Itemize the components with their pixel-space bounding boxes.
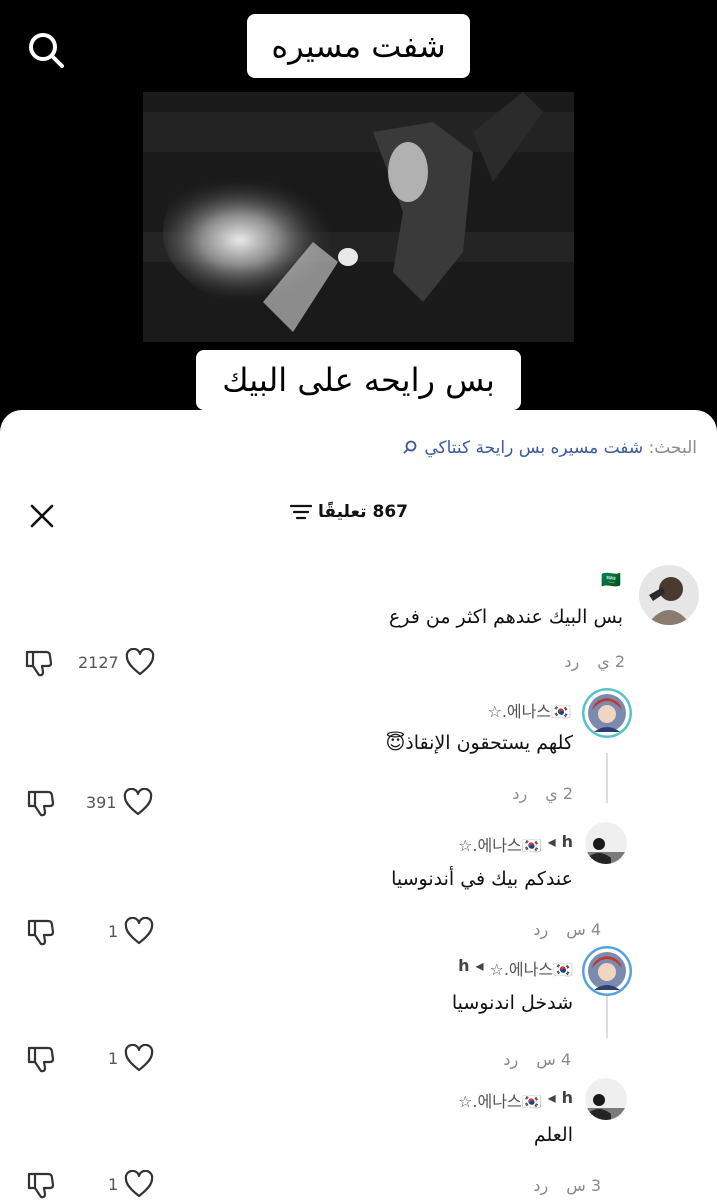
avatar[interactable] [582,946,632,996]
video-area[interactable]: شفت مسيره بس رايحه على البيك [0,0,717,430]
avatar[interactable] [639,565,699,625]
reply-arrow-icon: ◂ [475,956,484,975]
comment-time: 4 س [536,1050,571,1069]
like-group: 1 [108,1044,154,1072]
like-count: 391 [86,792,117,812]
comment-username-row: ☆.에나스🇰🇷 ◂ h [458,832,573,856]
heart-icon[interactable] [124,917,154,945]
comment-meta: 2 ي رد [564,652,625,671]
comment-username-replyto[interactable]: ☆.에나스🇰🇷 [458,1088,542,1112]
search-icon[interactable] [26,30,66,70]
comment-meta: 4 س رد [533,920,601,939]
comment-meta: 3 س رد [533,1176,601,1195]
reply-button[interactable]: رد [533,920,548,939]
comment-time: 4 س [566,920,601,939]
close-icon[interactable] [28,502,56,530]
reply-button[interactable]: رد [564,652,579,671]
comment-item: ☆.에나스🇰🇷 ◂ h عندكم بيك في أندنوسيا 4 س رد… [0,822,717,946]
reply-button[interactable]: رد [503,1050,518,1069]
search-suggestion[interactable]: البحث: شفت مسيره بس رايحة كنتاكي [403,438,697,458]
avatar[interactable] [585,822,627,864]
comments-header: تعليقًا 867 [0,498,717,534]
comment-username-row: ☆.에나스🇰🇷 ◂ h [458,1088,573,1112]
search-suggestion-query[interactable]: شفت مسيره بس رايحة كنتاكي [424,438,643,458]
search-small-icon [403,440,417,454]
heart-icon[interactable] [123,788,153,816]
comment-text: العلم [533,1124,573,1146]
video-caption-bottom: بس رايحه على البيك [196,350,521,410]
comment-text: كلهم يستحقون الإنقاذ😇 [385,732,573,754]
comment-username[interactable]: h [562,1088,573,1112]
comments-count-label: تعليقًا [318,502,367,522]
comment-meta: 2 ي رد [512,784,573,803]
comment-time: 2 ي [597,652,625,671]
reply-button[interactable]: رد [533,1176,548,1195]
comment-item: ☆.에나스🇰🇷 كلهم يستحقون الإنقاذ😇 2 ي رد 391 [0,688,717,817]
comment-username[interactable]: ☆.에나스🇰🇷 [487,698,571,722]
comment-username-flag[interactable]: 🇸🇦 [601,570,621,589]
like-count: 2127 [78,652,119,672]
reply-arrow-icon: ◂ [547,832,556,851]
comment-username-row: h ◂ ☆.에나스🇰🇷 [458,956,573,980]
like-group: 391 [86,788,153,816]
avatar[interactable] [582,688,632,738]
thumbs-down-icon[interactable] [26,917,56,947]
thumbs-down-icon[interactable] [26,788,56,818]
comment-username[interactable]: h [562,832,573,856]
comment-username[interactable]: h [458,956,469,980]
video-caption-top-text: شفت مسيره [271,27,446,65]
heart-icon[interactable] [124,1170,154,1198]
thumbs-down-icon[interactable] [26,1044,56,1074]
comment-text: بس البيك عندهم اكثر من فرع [388,606,623,628]
like-group: 2127 [78,648,155,676]
like-group: 1 [108,1170,154,1198]
like-count: 1 [108,921,119,941]
comment-meta: 4 س رد [503,1050,571,1069]
comments-count-number: 867 [372,502,408,522]
like-group: 1 [108,917,154,945]
heart-icon[interactable] [124,1044,154,1072]
comments-count: تعليقًا 867 [290,502,408,522]
comment-item: 🇸🇦 بس البيك عندهم اكثر من فرع 2 ي رد 212… [0,560,717,680]
comment-item: ☆.에나스🇰🇷 ◂ h العلم 3 س رد 1 [0,1078,717,1200]
avatar[interactable] [585,1078,627,1120]
like-count: 1 [108,1048,119,1068]
thumbs-down-icon[interactable] [26,1170,56,1200]
reply-button[interactable]: رد [512,784,527,803]
video-caption-top: شفت مسيره [247,14,470,78]
comment-username-replyto[interactable]: ☆.에나스🇰🇷 [458,832,542,856]
comment-username-author[interactable]: ☆.에나스🇰🇷 [489,956,573,980]
comment-text: شدخل اندنوسيا [451,992,573,1014]
comment-item: h ◂ ☆.에나스🇰🇷 شدخل اندنوسيا 4 س رد 1 [0,946,717,1073]
comment-time: 2 ي [545,784,573,803]
video-caption-bottom-text: بس رايحه على البيك [222,361,495,399]
comment-time: 3 س [566,1176,601,1195]
heart-icon[interactable] [125,648,155,676]
comments-sheet: البحث: شفت مسيره بس رايحة كنتاكي تعليقًا… [0,410,717,1200]
video-still-image [143,92,574,342]
reply-arrow-icon: ◂ [547,1088,556,1107]
like-count: 1 [108,1174,119,1194]
search-suggestion-label: البحث: [648,438,697,458]
thumbs-down-icon[interactable] [24,648,54,678]
filter-icon[interactable] [290,503,312,521]
comment-text: عندكم بيك في أندنوسيا [391,868,573,890]
video-frame[interactable] [143,92,574,342]
